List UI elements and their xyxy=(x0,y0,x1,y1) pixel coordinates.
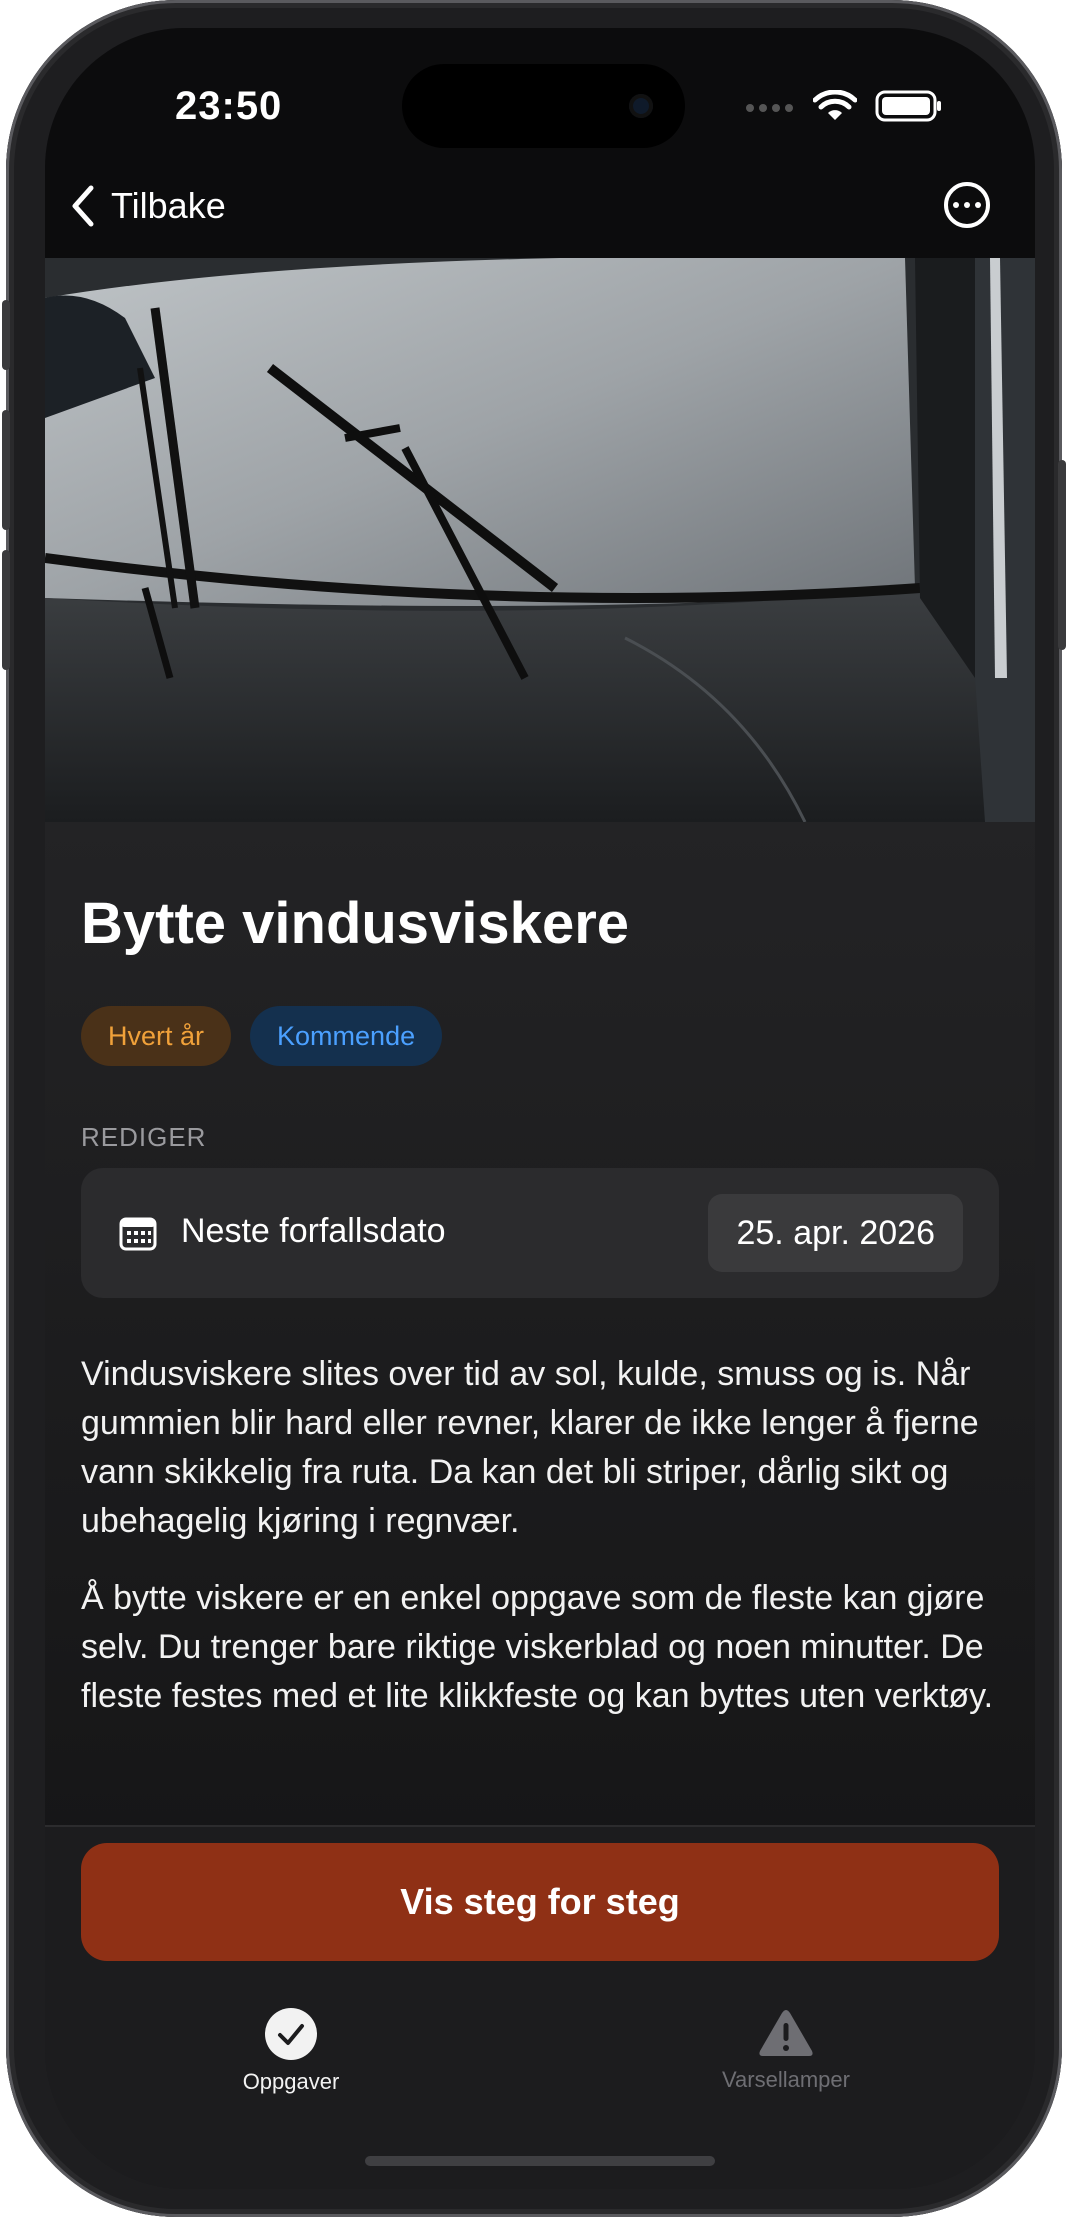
cellular-signal-icon xyxy=(746,104,793,112)
screen: 23:50 Tilbake Bytte vindusviskere Hvert … xyxy=(45,28,1035,2189)
tab-tasks-label: Oppgaver xyxy=(242,2069,340,2094)
status-icons xyxy=(745,90,943,122)
status-badge: Kommende xyxy=(250,1006,443,1066)
status-time: 23:50 xyxy=(175,84,283,128)
show-steps-button[interactable]: Vis steg for steg xyxy=(81,1843,999,1961)
home-indicator xyxy=(365,2156,715,2166)
calendar-icon xyxy=(119,1217,157,1251)
battery-icon xyxy=(875,90,941,122)
task-tags: Hvert år Kommende xyxy=(81,1006,443,1066)
back-label: Tilbake xyxy=(111,185,226,226)
more-dot xyxy=(964,202,970,208)
due-date-label: Neste forfallsdato xyxy=(181,1212,446,1250)
task-detail: Bytte vindusviskere Hvert år Kommende RE… xyxy=(45,822,1035,1852)
description-paragraph: Vindusviskere slites over tid av sol, ku… xyxy=(81,1355,979,1540)
warning-triangle-icon xyxy=(759,2010,813,2056)
bottom-panel: Vis steg for steg Oppgaver Varsellamper xyxy=(45,1825,1035,2189)
car-windshield-wipers-image xyxy=(45,258,1035,822)
phone-frame: 23:50 Tilbake Bytte vindusviskere Hvert … xyxy=(2,0,1066,2217)
due-date-row[interactable]: Neste forfallsdato 25. apr. 2026 xyxy=(81,1168,999,1298)
action-button xyxy=(2,300,10,370)
chevron-left-icon xyxy=(72,185,94,227)
tab-warning-lights-label: Varsellamper xyxy=(722,2067,850,2092)
back-button[interactable]: Tilbake xyxy=(69,184,226,228)
wifi-icon xyxy=(813,90,857,120)
volume-down-button xyxy=(2,550,10,670)
side-button xyxy=(1058,460,1066,650)
page-title: Bytte vindusviskere xyxy=(81,891,630,956)
more-options-button[interactable] xyxy=(944,182,990,228)
camera-icon xyxy=(629,94,653,118)
tab-tasks[interactable]: Oppgaver xyxy=(191,2007,391,2095)
frequency-badge: Hvert år xyxy=(81,1006,232,1066)
checkmark-circle-icon xyxy=(265,2008,317,2060)
more-dot xyxy=(975,202,981,208)
hero-image xyxy=(45,258,1035,822)
description-paragraph: Å bytte viskere er en enkel oppgave som … xyxy=(81,1579,994,1715)
due-date-picker[interactable]: 25. apr. 2026 xyxy=(708,1194,963,1272)
volume-up-button xyxy=(2,410,10,530)
section-label-edit: REDIGER xyxy=(81,1122,207,1152)
dynamic-island xyxy=(402,64,685,148)
more-dot xyxy=(953,202,959,208)
tab-warning-lights[interactable]: Varsellamper xyxy=(686,2007,886,2093)
